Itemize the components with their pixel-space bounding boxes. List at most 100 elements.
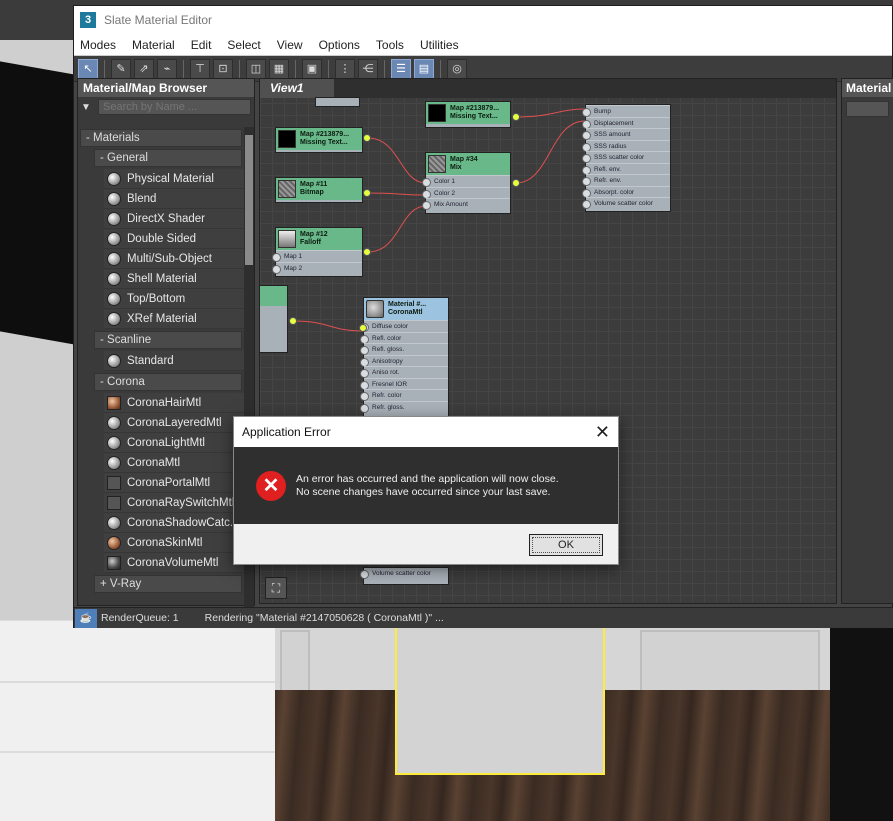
output-port[interactable] [512,179,520,187]
node-slot[interactable]: Refr. env. [582,174,670,186]
menu-view[interactable]: View [277,38,303,52]
message-line-1: An error has occurred and the applicatio… [296,472,559,485]
group-vray[interactable]: + V-Ray [94,575,242,593]
list-item[interactable]: CoronaVolumeMtl [104,553,244,573]
move-children-icon[interactable]: ⊤ [190,58,210,79]
menu-utilities[interactable]: Utilities [420,38,459,52]
layout-children-icon[interactable]: ⋲ [358,58,378,79]
node-slot[interactable]: SSS scatter color [582,151,670,163]
list-item[interactable]: DirectX Shader [104,209,244,229]
output-port[interactable] [363,134,371,142]
node-slot[interactable]: Refl. env. [582,162,670,174]
menu-tools[interactable]: Tools [376,38,404,52]
navigator-icon[interactable]: ⛶ [265,577,287,599]
node-fragment[interactable] [315,97,360,107]
input-port[interactable] [359,324,367,332]
output-port[interactable] [289,317,297,325]
list-item[interactable]: CoronaPortalMtl [104,473,244,493]
scrollbar-thumb[interactable] [245,135,253,265]
window-title: Slate Material Editor [104,13,213,27]
node-slot[interactable]: Refr. color [360,389,448,401]
list-item[interactable]: Shell Material [104,269,244,289]
node-slot[interactable]: Anisotropy [360,354,448,366]
list-item[interactable]: CoronaRaySwitchMtl [104,493,244,513]
node-map-12-falloff[interactable]: Map #12 Falloff Map 1 Map 2 [272,227,363,277]
layout-all-icon[interactable]: ⋮ [335,58,355,79]
list-item[interactable]: CoronaHairMtl [104,393,244,413]
ok-button[interactable]: OK [529,534,603,556]
group-scanline[interactable]: - Scanline [94,331,242,349]
window-titlebar[interactable]: 3 Slate Material Editor [74,6,892,34]
node-slot[interactable]: SSS radius [582,139,670,151]
group-corona[interactable]: - Corona [94,373,242,391]
eyedropper-icon[interactable]: ✎ [111,58,131,79]
node-slot[interactable]: Refl. color [360,331,448,343]
list-item[interactable]: CoronaLayeredMtl [104,413,244,433]
node-slot[interactable]: Map 1 [272,250,362,262]
menu-options[interactable]: Options [319,38,360,52]
list-item[interactable]: Blend [104,189,244,209]
node-slot[interactable]: Refr. gloss. [360,400,448,412]
parameter-editor-toggle-icon[interactable]: ▤ [414,58,434,79]
material-swatch-icon [107,171,121,186]
node-slot[interactable]: Fresnel IOR [360,377,448,389]
node-slot[interactable]: Bump [582,105,670,117]
output-port[interactable] [512,113,520,121]
list-item[interactable]: Top/Bottom [104,289,244,309]
select-by-material-icon[interactable]: ◎ [447,58,467,79]
node-slot[interactable]: SSS amount [582,128,670,140]
node-slot[interactable]: Absorpt. color [582,185,670,197]
teapot-icon[interactable]: ☕ [75,608,97,628]
menu-edit[interactable]: Edit [191,38,212,52]
node-fragment-left[interactable] [260,285,288,353]
node-map-missing-texture-top[interactable]: Map #213879... Missing Text... [425,101,511,128]
node-slot[interactable]: Displacement [582,116,670,128]
list-item[interactable]: CoronaLightMtl [104,433,244,453]
output-port[interactable] [363,189,371,197]
node-map-missing-texture-left[interactable]: Map #213879... Missing Text... [275,127,363,153]
material-swatch-icon [107,231,121,246]
node-map-34-mix[interactable]: Map #34 Mix Color 1 Color 2 Mix Amount [422,152,511,214]
lock-icon[interactable]: ⊡ [213,58,233,79]
put-to-scene-icon[interactable]: ⇗ [134,58,154,79]
list-item[interactable]: Physical Material [104,169,244,189]
node-slot[interactable]: Mix Amount [422,198,510,210]
menu-select[interactable]: Select [227,38,260,52]
browser-options-icon[interactable]: ▼ [81,102,95,113]
list-item[interactable]: CoronaMtl [104,453,244,473]
close-icon[interactable]: ✕ [595,422,610,443]
menu-modes[interactable]: Modes [80,38,116,52]
error-icon: ✕ [256,470,286,501]
dialog-titlebar[interactable]: Application Error ✕ [234,417,618,447]
material-browser-toggle-icon[interactable]: ☰ [391,58,411,79]
list-item[interactable]: Standard [104,351,244,371]
material-name-field[interactable] [846,101,889,117]
node-slot[interactable]: Refl. gloss. [360,343,448,355]
list-item[interactable]: CoronaShadowCatc... [104,513,244,533]
list-item[interactable]: Multi/Sub-Object [104,249,244,269]
search-input[interactable] [98,99,251,115]
show-map-icon[interactable]: ◫ [246,58,266,79]
node-slot[interactable]: Volume scatter color [360,568,448,580]
node-slot[interactable]: Aniso rot. [360,366,448,378]
list-item[interactable]: XRef Material [104,309,244,329]
sample-type-icon[interactable]: ▣ [302,58,322,79]
group-materials[interactable]: - Materials [80,129,242,147]
node-corona-material[interactable]: Material #... CoronaMtl Diffuse color Ref… [360,297,449,417]
node-map-11-bitmap[interactable]: Map #11 Bitmap [275,177,363,203]
output-port[interactable] [363,248,371,256]
show-background-icon[interactable]: ▦ [269,58,289,79]
node-slot[interactable]: Diffuse color [360,320,448,332]
node-slot[interactable]: Map 2 [272,261,362,273]
select-tool-icon[interactable]: ↖ [78,58,98,79]
node-slot[interactable]: Color 2 [422,186,510,198]
node-material-slots[interactable]: Bump Displacement SSS amount SSS radius … [582,104,671,212]
node-slot[interactable]: Volume scatter color [582,197,670,209]
assign-material-icon[interactable]: ⌁ [157,58,177,79]
list-item[interactable]: Double Sided [104,229,244,249]
node-slot[interactable]: Color 1 [422,175,510,187]
node-corona-material-bottom[interactable]: Volume scatter color [360,567,449,585]
group-general[interactable]: - General [94,149,242,167]
list-item[interactable]: CoronaSkinMtl [104,533,244,553]
menu-material[interactable]: Material [132,38,175,52]
